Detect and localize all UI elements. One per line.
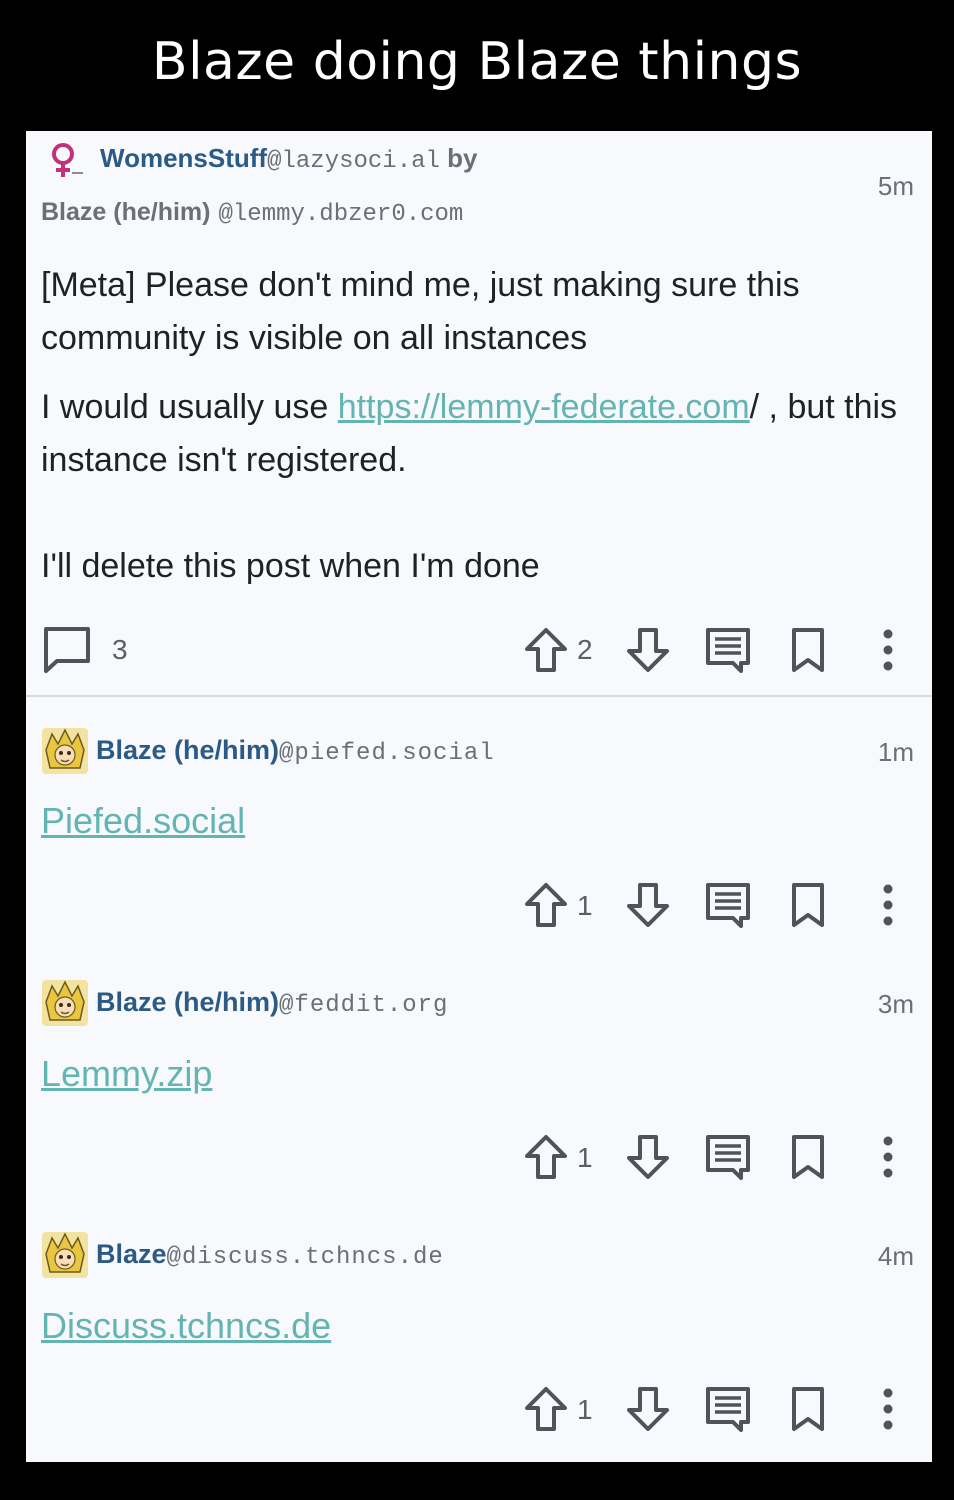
community-name[interactable]: WomensStuff — [100, 143, 267, 173]
more-vert-icon[interactable] — [863, 625, 913, 675]
meme-title: Blaze doing Blaze things — [151, 32, 803, 92]
post-author[interactable]: Blaze (he/him) @lemmy.dbzer0.com — [41, 198, 463, 228]
comment-link[interactable]: Discuss.tchncs.de — [41, 1305, 331, 1347]
avatar[interactable] — [42, 1232, 88, 1278]
post-author-instance: @lemmy.dbzer0.com — [218, 201, 464, 228]
comment-author[interactable]: Blaze (he/him)@feddit.org — [96, 987, 448, 1019]
comment-link[interactable]: Lemmy.zip — [41, 1053, 212, 1095]
reply-icon[interactable] — [703, 1132, 753, 1182]
upvote-count: 2 — [577, 634, 593, 665]
avatar[interactable] — [42, 728, 88, 774]
downvote-icon[interactable] — [623, 1132, 673, 1182]
bookmark-icon[interactable] — [783, 1384, 833, 1434]
reply-icon[interactable] — [703, 1384, 753, 1434]
downvote-icon[interactable] — [623, 1384, 673, 1434]
comment-author-instance: @feddit.org — [279, 992, 449, 1019]
upvote-count: 1 — [577, 1394, 593, 1425]
post-author-name[interactable]: Blaze (he/him) — [41, 198, 210, 226]
upvote-count: 1 — [577, 890, 593, 921]
reply-icon[interactable] — [703, 625, 753, 675]
divider — [26, 695, 932, 697]
avatar[interactable] — [42, 980, 88, 1026]
bookmark-icon[interactable] — [783, 625, 833, 675]
community-link[interactable]: WomensStuff@lazysoci.al by — [100, 143, 477, 175]
body-link[interactable]: https://lemmy-federate.com — [338, 388, 750, 426]
comment-link[interactable]: Piefed.social — [41, 800, 245, 842]
more-vert-icon[interactable] — [863, 1132, 913, 1182]
comment-time: 1m — [877, 737, 914, 767]
comment-author-name[interactable]: Blaze (he/him) — [96, 735, 279, 765]
comment-author-name[interactable]: Blaze (he/him) — [96, 987, 279, 1017]
downvote-icon[interactable] — [623, 880, 673, 930]
comment-author-instance: @discuss.tchncs.de — [166, 1244, 444, 1271]
comment-author-instance: @piefed.social — [279, 740, 495, 767]
post-body: I would usually use https://lemmy-federa… — [41, 381, 911, 487]
downvote-icon[interactable] — [623, 625, 673, 675]
upvote-icon[interactable] — [521, 1132, 571, 1182]
post-title[interactable]: [Meta] Please don't mind me, just making… — [41, 259, 901, 365]
post-card: WomensStuff@lazysoci.al by Blaze (he/him… — [26, 131, 932, 1462]
comment-author[interactable]: Blaze (he/him)@piefed.social — [96, 735, 495, 767]
upvote-icon[interactable] — [521, 880, 571, 930]
upvote-count: 1 — [577, 1142, 593, 1173]
post-body-2: I'll delete this post when I'm done — [41, 547, 540, 585]
comment-icon[interactable] — [42, 625, 92, 675]
comment-author[interactable]: Blaze@discuss.tchncs.de — [96, 1239, 444, 1271]
bookmark-icon[interactable] — [783, 1132, 833, 1182]
upvote-icon[interactable] — [521, 625, 571, 675]
upvote-icon[interactable] — [521, 1384, 571, 1434]
bookmark-icon[interactable] — [783, 880, 833, 930]
more-vert-icon[interactable] — [863, 1384, 913, 1434]
community-venus-icon[interactable] — [48, 141, 84, 179]
comment-time: 3m — [877, 989, 914, 1019]
by-label: by — [447, 143, 478, 173]
comment-count: 3 — [112, 634, 128, 665]
community-instance: @lazysoci.al — [267, 148, 440, 175]
reply-icon[interactable] — [703, 880, 753, 930]
post-time: 5m — [877, 171, 914, 201]
comment-time: 4m — [877, 1241, 914, 1271]
comment-author-name[interactable]: Blaze — [96, 1239, 167, 1269]
more-vert-icon[interactable] — [863, 880, 913, 930]
body-text-pre: I would usually use — [41, 388, 338, 426]
